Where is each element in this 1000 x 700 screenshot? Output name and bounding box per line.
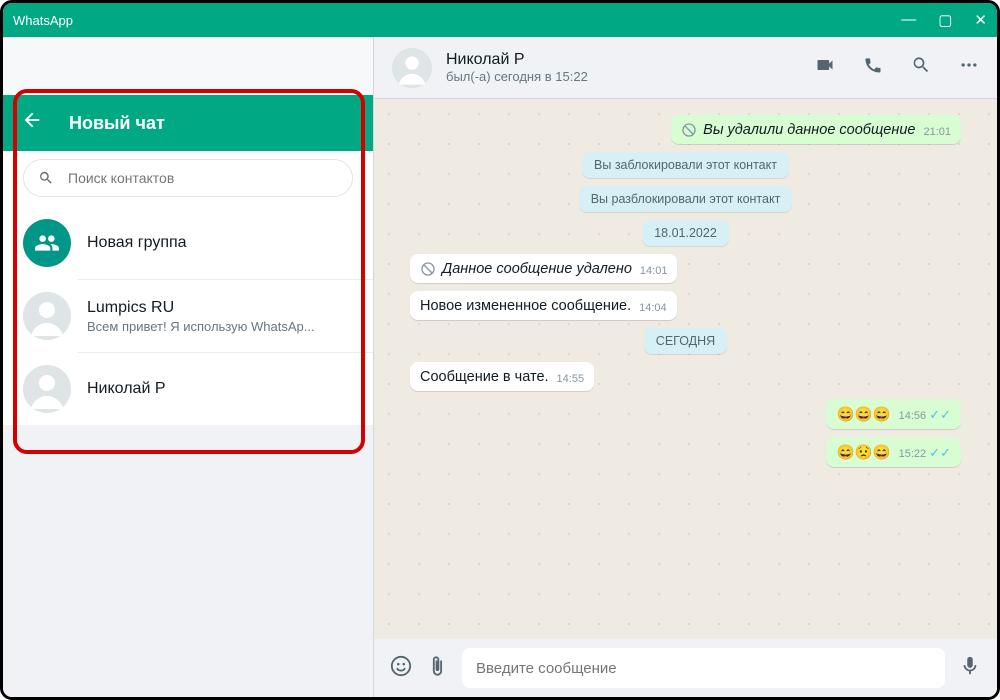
group-icon: [23, 219, 71, 267]
avatar: [23, 365, 71, 413]
mic-icon[interactable]: [959, 655, 981, 682]
input-bar: [374, 639, 997, 697]
outgoing-message[interactable]: 😄😄😄14:56 ✓✓: [826, 399, 961, 429]
chat-contact-name: Николай Р: [446, 51, 801, 69]
system-chip: Вы заблокировали этот контакт: [582, 152, 789, 178]
new-group-row[interactable]: Новая группа: [3, 207, 373, 279]
back-arrow-icon[interactable]: [21, 109, 43, 137]
contact-row[interactable]: Николай Р: [78, 352, 373, 425]
window-controls: — ▢ ✕: [901, 11, 987, 29]
message-list: Вы удалили данное сообщение21:01 Вы забло…: [374, 99, 997, 639]
contact-search[interactable]: [23, 159, 353, 197]
close-button[interactable]: ✕: [974, 11, 987, 29]
app-window: WhatsApp — ▢ ✕ Новый чат: [0, 0, 1000, 700]
contact-list: Новая группа Lumpics RU Всем привет! Я и…: [3, 207, 373, 425]
more-icon[interactable]: [959, 55, 979, 80]
outgoing-message[interactable]: 😄😟😄15:22 ✓✓: [826, 437, 961, 467]
titlebar: WhatsApp — ▢ ✕: [3, 3, 997, 37]
left-header-spacer: [3, 37, 373, 95]
chat-avatar[interactable]: [392, 48, 432, 88]
message-input[interactable]: [462, 648, 945, 688]
left-pane: Новый чат Новая группа: [3, 37, 373, 697]
new-chat-header: Новый чат: [3, 95, 373, 151]
chat-contact-status: был(-а) сегодня в 15:22: [446, 69, 801, 84]
search-icon: [38, 170, 54, 186]
new-chat-title: Новый чат: [69, 113, 165, 134]
video-call-icon[interactable]: [815, 55, 835, 80]
search-input[interactable]: [68, 170, 338, 186]
chat-header: Николай Р был(-а) сегодня в 15:22: [374, 37, 997, 99]
app-title: WhatsApp: [13, 13, 73, 28]
system-chip: 18.01.2022: [642, 220, 729, 246]
system-chip: СЕГОДНЯ: [644, 328, 727, 354]
attach-icon[interactable]: [426, 655, 448, 682]
contact-name: Николай Р: [87, 380, 166, 398]
maximize-button[interactable]: ▢: [938, 11, 952, 29]
avatar: [23, 292, 71, 340]
incoming-message[interactable]: Сообщение в чате.14:55: [410, 362, 594, 391]
contact-name: Lumpics RU: [87, 299, 315, 317]
incoming-message[interactable]: Данное сообщение удалено14:01: [410, 254, 677, 283]
minimize-button[interactable]: —: [901, 11, 916, 29]
voice-call-icon[interactable]: [863, 55, 883, 80]
outgoing-message[interactable]: Вы удалили данное сообщение21:01: [671, 115, 961, 144]
emoji-icon[interactable]: [390, 655, 412, 682]
chat-pane: Николай Р был(-а) сегодня в 15:22 Вы уда…: [373, 37, 997, 697]
search-in-chat-icon[interactable]: [911, 55, 931, 80]
contact-row[interactable]: Lumpics RU Всем привет! Я использую What…: [78, 279, 373, 352]
system-chip: Вы разблокировали этот контакт: [579, 186, 793, 212]
incoming-message[interactable]: Новое измененное сообщение.14:04: [410, 291, 677, 320]
new-group-label: Новая группа: [87, 234, 187, 252]
contact-status: Всем привет! Я использую WhatsAp...: [87, 319, 315, 334]
